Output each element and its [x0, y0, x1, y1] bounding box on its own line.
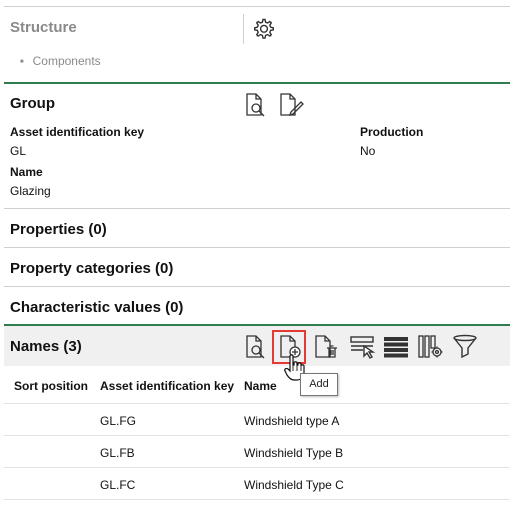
table-cell-name[interactable]: Windshield Type B	[244, 446, 343, 460]
properties-divider	[4, 208, 510, 209]
gear-icon[interactable]	[250, 16, 276, 42]
table-cell-name[interactable]: Windshield Type C	[244, 478, 344, 492]
name-label: Name	[10, 165, 43, 179]
table-row-line	[4, 467, 510, 468]
document-edit-icon[interactable]	[278, 92, 304, 118]
table-header-line	[4, 403, 510, 404]
structure-item-components[interactable]: Components	[20, 54, 101, 68]
production-label: Production	[360, 125, 424, 139]
table-cell-name[interactable]: Windshield type A	[244, 414, 339, 428]
group-title: Group	[10, 95, 55, 112]
property-categories-divider	[4, 247, 510, 248]
group-divider	[4, 82, 510, 84]
table-row-line	[4, 435, 510, 436]
table-cell-asset-key[interactable]: GL.FC	[100, 478, 135, 492]
row-density-icon[interactable]	[383, 334, 409, 360]
properties-section-header[interactable]: Properties (0)	[10, 221, 107, 238]
table-row-line	[4, 499, 510, 500]
structure-separator	[243, 14, 244, 44]
asset-key-label: Asset identification key	[10, 125, 145, 139]
characteristic-values-section-header[interactable]: Characteristic values (0)	[10, 299, 183, 316]
names-title: Names (3)	[10, 338, 82, 355]
table-cell-asset-key[interactable]: GL.FB	[100, 446, 135, 460]
name-value: Glazing	[10, 184, 51, 198]
top-divider	[4, 6, 510, 7]
production-value: No	[360, 144, 376, 158]
column-header-sort-position[interactable]: Sort position	[14, 379, 88, 393]
column-settings-icon[interactable]	[417, 334, 445, 360]
column-header-name[interactable]: Name	[244, 379, 277, 393]
select-columns-icon[interactable]	[349, 334, 377, 360]
characteristic-values-divider	[4, 286, 510, 287]
table-cell-asset-key[interactable]: GL.FG	[100, 414, 136, 428]
filter-icon[interactable]	[452, 334, 478, 360]
structure-title: Structure	[10, 19, 77, 36]
property-categories-section-header[interactable]: Property categories (0)	[10, 260, 173, 277]
column-header-asset-key[interactable]: Asset identification key	[100, 379, 234, 393]
document-delete-icon[interactable]	[313, 334, 339, 360]
document-preview-icon[interactable]	[244, 334, 268, 360]
add-tooltip: Add	[300, 373, 338, 396]
asset-key-value: GL	[10, 144, 27, 158]
document-preview-icon[interactable]	[244, 92, 268, 118]
